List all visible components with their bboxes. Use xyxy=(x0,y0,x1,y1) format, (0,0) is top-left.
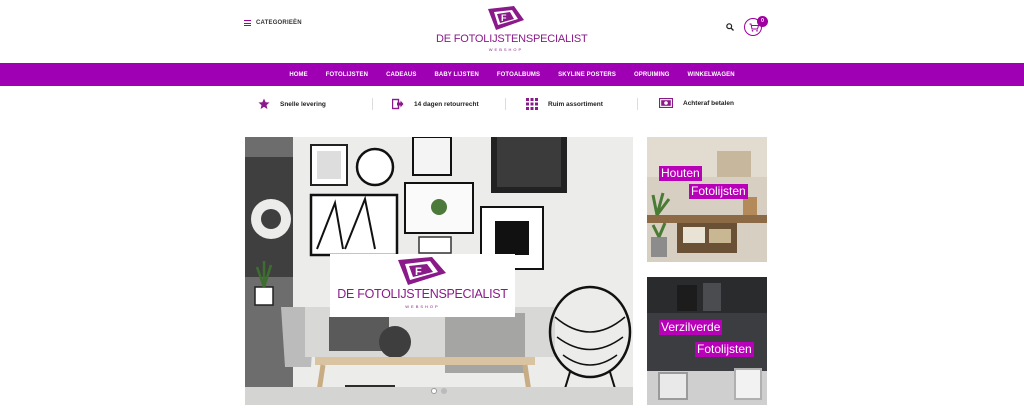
slider-dot[interactable] xyxy=(441,388,447,394)
promo-photo-wood-frames xyxy=(647,137,767,262)
logo-mark-icon: F xyxy=(398,257,446,285)
usp-item-returns: 14 dagen retourrecht xyxy=(392,98,479,110)
nav-item-home[interactable]: HOME xyxy=(289,72,307,78)
promo-verzilverde-fotolijsten[interactable]: Verzilverde Fotolijsten xyxy=(647,277,767,405)
hero-slider[interactable]: F DE FOTOLIJSTENSPECIALIST WEBSHOP xyxy=(245,137,633,405)
nav-item-cadeaus[interactable]: CADEAUS xyxy=(386,72,416,78)
usp-divider xyxy=(637,98,638,110)
usp-bar: Snelle levering 14 dagen retourrecht Rui… xyxy=(0,86,1024,122)
usp-label: Achteraf betalen xyxy=(683,99,734,107)
nav-item-skyline-posters[interactable]: SKYLINE POSTERS xyxy=(558,72,616,78)
main-navigation: HOME FOTOLIJSTEN CADEAUS BABY LIJSTEN FO… xyxy=(0,63,1024,86)
hero-logo-title: DE FOTOLIJSTENSPECIALIST xyxy=(337,287,508,301)
usp-item-assortment: Ruim assortiment xyxy=(526,98,603,110)
site-header: CATEGORIEËN F DE FOTOLIJSTENSPECIALIST W… xyxy=(0,0,1024,63)
promo-title-line2: Fotolijsten xyxy=(689,184,748,199)
usp-label: Snelle levering xyxy=(280,100,326,108)
star-icon xyxy=(258,98,270,109)
promo-title-line2: Fotolijsten xyxy=(695,342,754,357)
usp-item-payment: Achteraf betalen xyxy=(659,98,734,108)
promo-photo-silver-frames xyxy=(647,277,767,405)
logo-mark-icon: F xyxy=(488,6,524,30)
hero-logo-card: F DE FOTOLIJSTENSPECIALIST WEBSHOP xyxy=(330,254,515,317)
logo-mark-letter: F xyxy=(501,13,507,23)
hamburger-icon xyxy=(244,20,251,26)
nav-item-fotolijsten[interactable]: FOTOLIJSTEN xyxy=(326,72,368,78)
nav-item-fotoalbums[interactable]: FOTOALBUMS xyxy=(497,72,540,78)
hero-logo-mark-letter: F xyxy=(415,266,422,278)
search-icon[interactable] xyxy=(726,23,734,31)
slider-dot-active[interactable] xyxy=(431,388,437,394)
usp-label: 14 dagen retourrecht xyxy=(414,100,479,108)
promo-houten-fotolijsten[interactable]: Houten Fotolijsten xyxy=(647,137,767,262)
categories-menu-button[interactable]: CATEGORIEËN xyxy=(244,20,302,26)
promo-title-line1: Verzilverde xyxy=(659,320,723,335)
logo-title: DE FOTOLIJSTENSPECIALIST xyxy=(436,33,588,45)
promo-title-line1: Houten xyxy=(659,166,702,181)
slider-pagination xyxy=(431,388,447,394)
usp-divider xyxy=(372,98,373,110)
nav-item-baby-lijsten[interactable]: BABY LIJSTEN xyxy=(434,72,478,78)
grid-icon xyxy=(526,98,538,110)
usp-divider xyxy=(505,98,506,110)
return-icon xyxy=(392,98,404,110)
site-logo[interactable]: F DE FOTOLIJSTENSPECIALIST WEBSHOP xyxy=(436,6,588,56)
cart-count-badge: 0 xyxy=(757,16,768,27)
logo-subtitle: WEBSHOP xyxy=(488,47,524,52)
nav-item-opruiming[interactable]: OPRUIMING xyxy=(634,72,670,78)
categories-label: CATEGORIEËN xyxy=(256,20,302,26)
usp-item-delivery: Snelle levering xyxy=(258,98,326,110)
usp-label: Ruim assortiment xyxy=(548,100,603,108)
nav-item-winkelwagen[interactable]: WINKELWAGEN xyxy=(688,72,735,78)
money-icon xyxy=(659,98,673,108)
hero-logo-subtitle: WEBSHOP xyxy=(405,304,440,309)
